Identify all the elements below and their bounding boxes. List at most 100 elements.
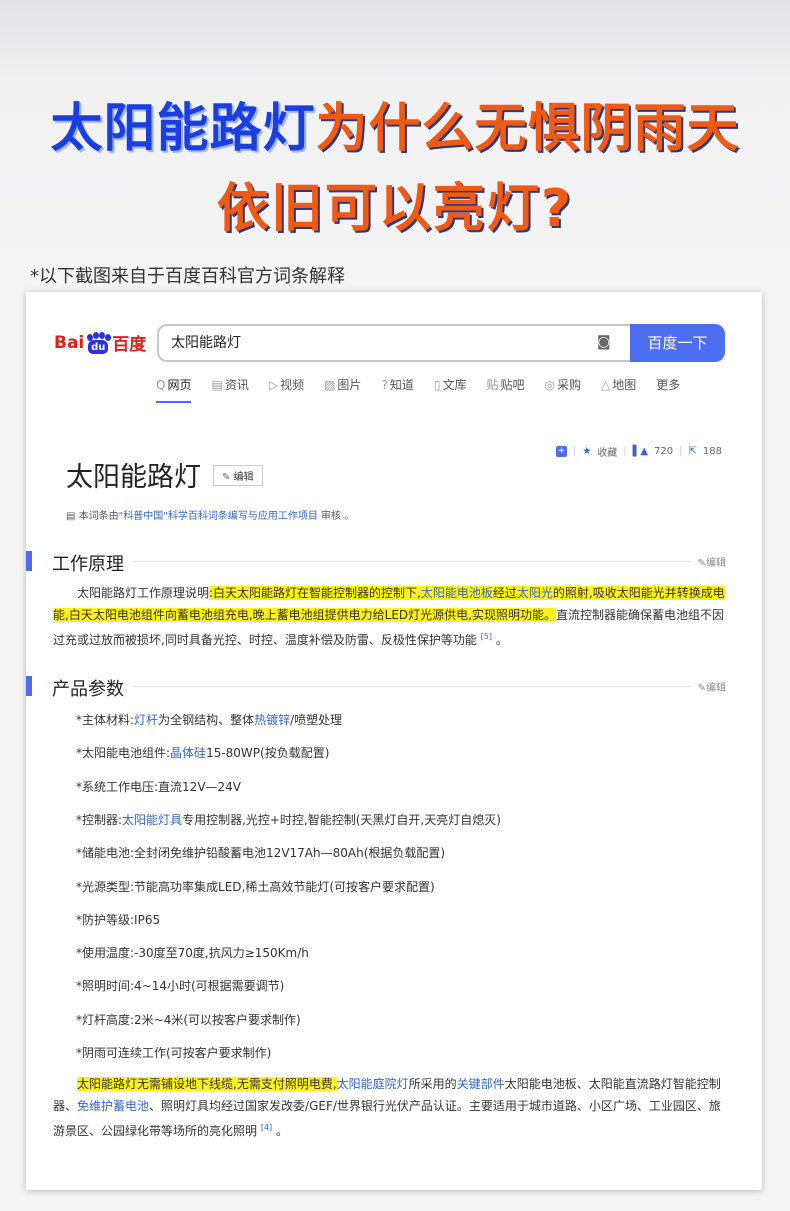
- purchase-icon: ◎: [544, 378, 555, 392]
- headline-line-2-text: 依旧可以亮灯?: [216, 179, 574, 239]
- highlight-text: 经过: [492, 586, 517, 600]
- section-title: 工作原理: [52, 550, 132, 576]
- tab-map[interactable]: △ 地图: [601, 376, 636, 393]
- text: 15-80WP(按负载配置): [206, 746, 330, 760]
- text: *主体材料:: [76, 713, 135, 727]
- divider: [52, 686, 692, 687]
- text: 。: [272, 1124, 289, 1138]
- headline-orange: 为什么无惧阴雨天: [315, 99, 740, 159]
- entry-title: 太阳能路灯: [66, 462, 201, 493]
- text: 专用控制器,光控+时控,智能控制(天黑灯自开,天亮灯自熄灭): [182, 813, 501, 827]
- headline-blue: 太阳能路灯: [50, 99, 316, 159]
- tab-wenku[interactable]: ▯ 文库: [434, 376, 467, 393]
- pencil-icon: ✎: [697, 683, 706, 694]
- news-icon: ▤: [211, 378, 223, 392]
- text: 、照明灯具均经过国家发改委/GEF/世界银行光伏产品认证。主要适用于城市道路、小…: [53, 1099, 721, 1138]
- search-button[interactable]: 百度一下: [630, 324, 725, 362]
- link-solar-lamp[interactable]: 太阳能灯具: [122, 813, 182, 827]
- camera-icon[interactable]: ◙: [597, 334, 611, 350]
- link-solar-panel[interactable]: 太阳能电池板: [421, 586, 493, 600]
- video-icon: ▷: [268, 378, 279, 392]
- tab-label: 地图: [612, 378, 637, 392]
- star-icon[interactable]: ★: [582, 446, 591, 457]
- tab-images[interactable]: ▨ 图片: [324, 376, 361, 393]
- thumbs-up-icon[interactable]: ▌▲: [633, 446, 648, 457]
- logo-du: du: [88, 339, 109, 354]
- principle-paragraph: 太阳能路灯工作原理说明:白天太阳能路灯在智能控制器的控制下,太阳能电池板经过太阳…: [53, 582, 727, 651]
- tab-tieba[interactable]: 贴贴吧: [486, 376, 524, 393]
- pencil-icon: ✎: [222, 472, 231, 483]
- share-icon[interactable]: ⇱: [689, 446, 697, 457]
- tab-purchase[interactable]: ◎ 采购: [544, 376, 581, 393]
- link-maintenance-free-battery[interactable]: 免维护蓄电池: [77, 1099, 149, 1113]
- review-link[interactable]: "科普中国"科学百科词条编写与应用工作项目: [119, 511, 318, 522]
- collect-label[interactable]: 收藏: [597, 444, 617, 459]
- param-item: *使用温度:-30度至70度,抗风力≥150Km/h: [76, 946, 309, 960]
- section-params-header: 产品参数 ✎编辑: [26, 675, 762, 701]
- link-crystalline-silicon[interactable]: 晶体硅: [170, 746, 206, 760]
- section-edit[interactable]: ✎编辑: [698, 679, 726, 694]
- edit-label: 编辑: [706, 683, 726, 694]
- headline-line-1: 太阳能路灯为什么无惧阴雨天: [0, 86, 790, 161]
- reference-link[interactable]: [4]: [261, 1123, 272, 1132]
- tab-more[interactable]: 更多: [656, 376, 680, 393]
- section-edit[interactable]: ✎编辑: [698, 554, 726, 569]
- like-count: 720: [654, 446, 674, 457]
- tab-label: 更多: [656, 378, 681, 392]
- tab-video[interactable]: ▷ 视频: [269, 376, 304, 393]
- link-garden-lamp[interactable]: 太阳能庭院灯: [337, 1077, 409, 1091]
- text: *太阳能电池组件:: [76, 746, 171, 760]
- tab-zhidao[interactable]: ? 知道: [381, 376, 413, 393]
- headline-line-2: 依旧可以亮灯?: [0, 166, 790, 241]
- entry-actions: + | ★ 收藏 | ▌▲ 720 | ⇱ 188: [555, 444, 722, 459]
- section-title: 产品参数: [52, 675, 132, 701]
- edit-label: 编辑: [233, 472, 254, 483]
- tab-label: 贴吧: [500, 378, 525, 392]
- search-tabs: Q 网页 ▤ 资讯 ▷ 视频 ▨ 图片 ? 知道 ▯ 文库 贴贴吧 ◎ 采购 △ 地图 更多: [156, 376, 700, 403]
- question-icon: ?: [381, 378, 388, 392]
- document-icon: ▤: [66, 511, 76, 522]
- tab-label: 知道: [389, 378, 414, 392]
- param-item: *控制器:太阳能灯具专用控制器,光控+时控,智能控制(天黑灯自开,天亮灯自熄灭): [76, 811, 501, 828]
- tab-label: 图片: [337, 378, 362, 392]
- reference-link[interactable]: [5]: [481, 632, 492, 641]
- divider: [52, 561, 692, 562]
- pencil-icon: ✎: [697, 558, 706, 569]
- section-marker: [26, 551, 32, 571]
- document-icon: ▯: [433, 378, 441, 392]
- baidu-logo[interactable]: Bai du 百度: [54, 330, 146, 355]
- text: 太阳能路灯工作原理说明: [77, 586, 210, 600]
- param-item: *主体材料:灯杆为全钢结构、整体热镀锌/喷塑处理: [76, 711, 342, 728]
- logo-bai: Bai: [54, 332, 85, 353]
- tab-web[interactable]: Q 网页: [156, 376, 192, 403]
- search-input[interactable]: 太阳能路灯: [157, 324, 630, 362]
- review-prefix: 本词条由: [78, 511, 119, 522]
- map-icon: △: [600, 378, 611, 392]
- edit-label: 编辑: [706, 558, 726, 569]
- logo-baidu: 百度: [112, 335, 147, 355]
- link-key-components[interactable]: 关键部件: [457, 1077, 505, 1091]
- text: /喷塑处理: [290, 713, 343, 727]
- param-item: *灯杆高度:2米~4米(可以按客户要求制作): [76, 1013, 301, 1027]
- param-item: *照明时间:4~14小时(可根据需要调节): [76, 979, 285, 993]
- tab-news[interactable]: ▤ 资讯: [211, 376, 248, 393]
- closing-paragraph: 太阳能路灯无需铺设地下线缆,无需支付照明电费,太阳能庭院灯所采用的关键部件太阳能…: [53, 1073, 727, 1142]
- param-item: *系统工作电压:直流12V—24V: [76, 780, 242, 794]
- review-suffix: 审核 。: [321, 511, 355, 522]
- text: 为全钢结构、整体: [158, 713, 255, 727]
- plus-icon[interactable]: +: [555, 446, 567, 457]
- paw-icon: du: [85, 331, 112, 354]
- param-item: *储能电池:全封闭免维护铅酸蓄电池12V17Ah—80Ah(根据负载配置): [76, 846, 446, 860]
- source-note: *以下截图来自于百度百科官方词条解释: [30, 266, 345, 287]
- tab-label: 采购: [556, 378, 581, 392]
- link-sunlight[interactable]: 太阳光: [517, 586, 553, 600]
- edit-button[interactable]: ✎ 编辑: [213, 465, 263, 486]
- link-galvanizing[interactable]: 热镀锌: [254, 713, 290, 727]
- param-item: *太阳能电池组件:晶体硅15-80WP(按负载配置): [76, 744, 329, 761]
- text: 所采用的: [408, 1077, 457, 1091]
- image-icon: ▨: [324, 378, 336, 392]
- tieba-icon: 贴: [486, 378, 499, 392]
- link-pole[interactable]: 灯杆: [134, 713, 158, 727]
- search-icon: Q: [156, 378, 166, 392]
- param-item: *阴雨可连续工作(可按客户要求制作): [76, 1046, 272, 1060]
